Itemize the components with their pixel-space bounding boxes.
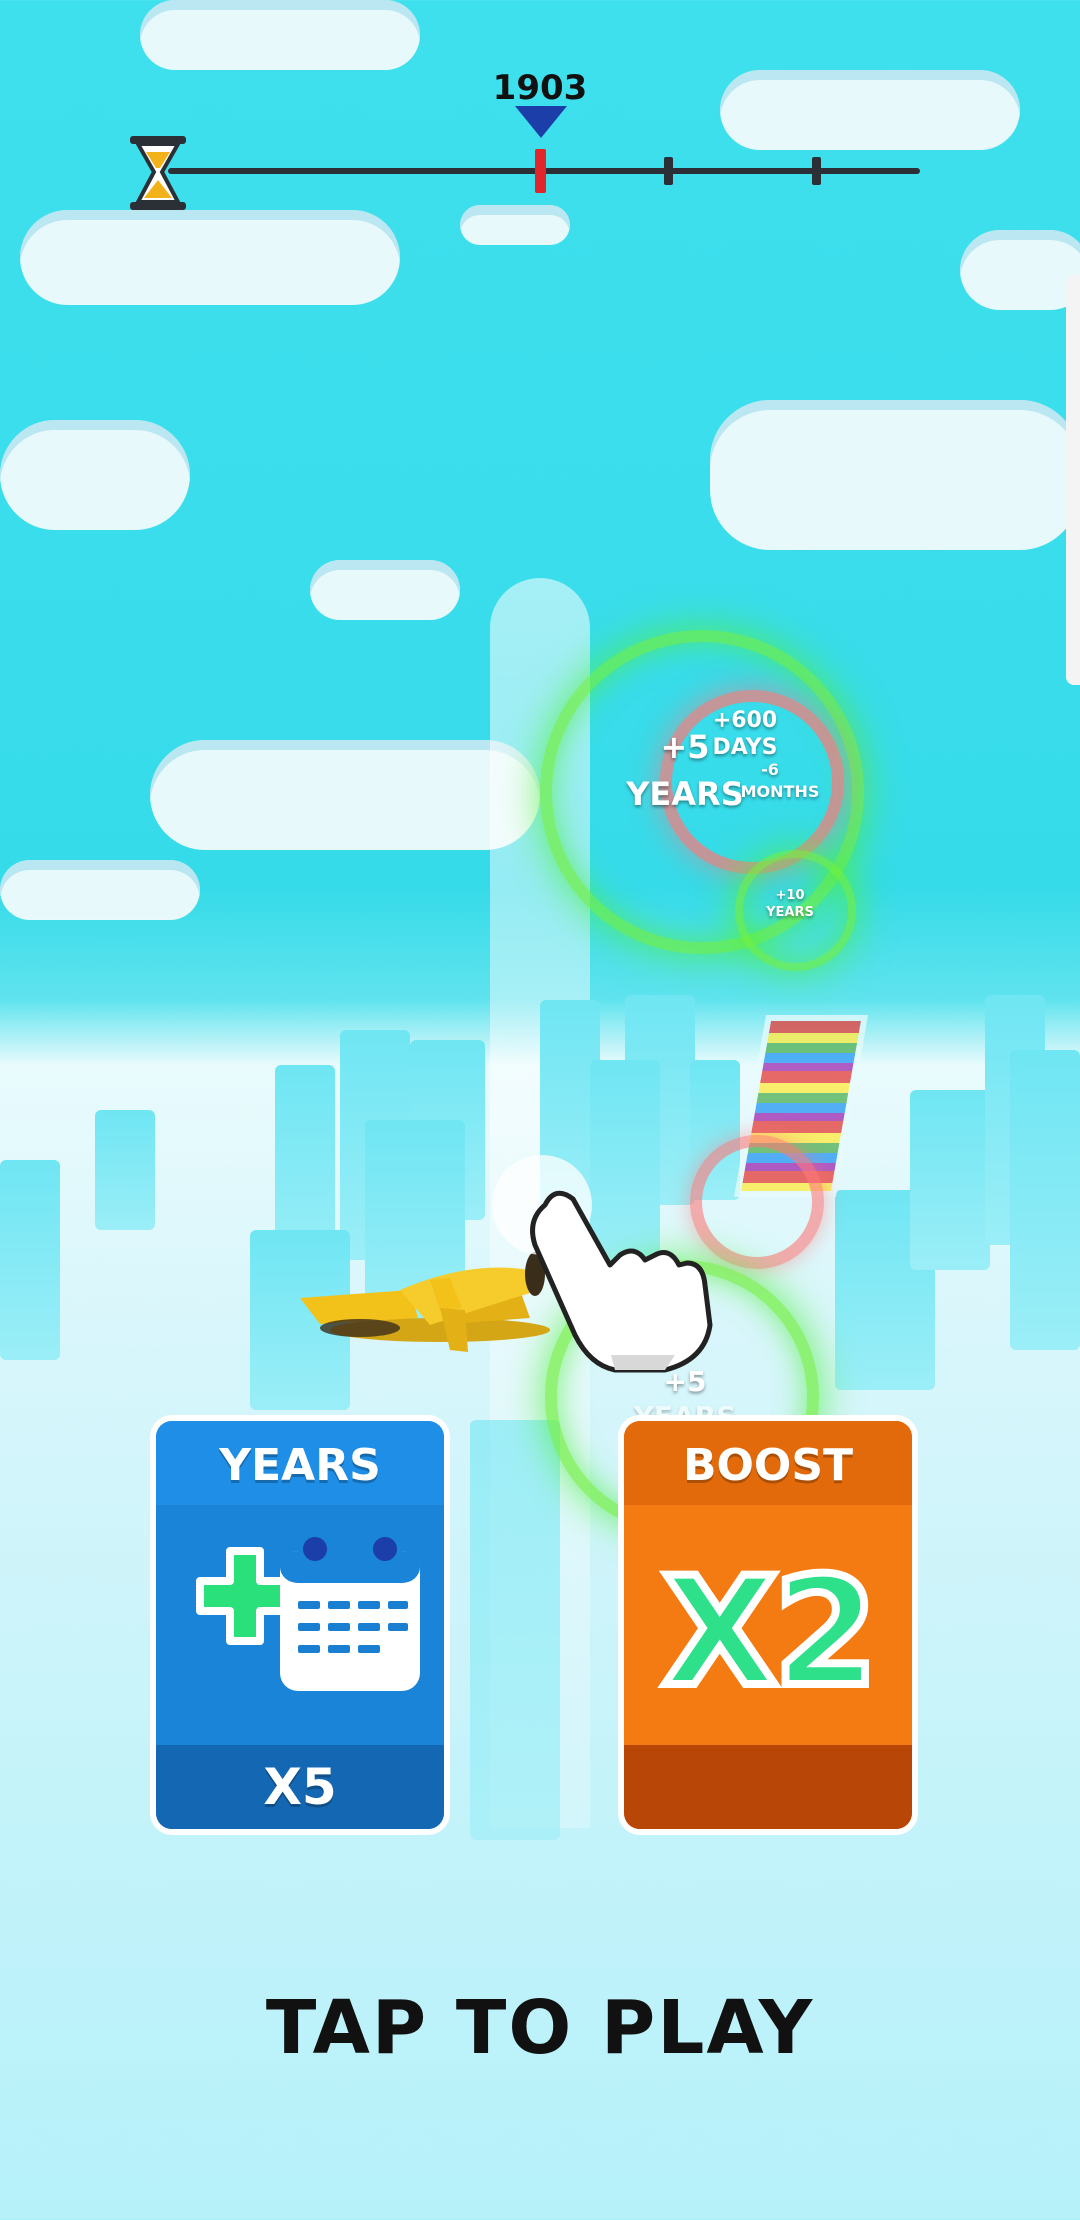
- building: [95, 1110, 155, 1230]
- year-pin-icon: [515, 106, 567, 138]
- cloud: [150, 740, 540, 850]
- building: [1010, 1050, 1080, 1350]
- cloud: [310, 560, 460, 620]
- portal-main-unit: YEARS: [626, 775, 744, 813]
- cloud: [720, 70, 1020, 150]
- boost-card[interactable]: BOOST X2: [618, 1415, 918, 1835]
- boost-card-title: BOOST: [624, 1421, 912, 1505]
- hand-pointer-icon: [515, 1185, 715, 1379]
- current-year-label: 1903: [492, 68, 588, 108]
- portal-small-unit: YEARS: [766, 905, 814, 920]
- cloud: [0, 420, 190, 530]
- cloud: [20, 210, 400, 305]
- tap-to-play-label[interactable]: TAP TO PLAY: [0, 1985, 1080, 2071]
- timeline-current-marker: [535, 149, 546, 193]
- years-card[interactable]: YEARS X5: [150, 1415, 450, 1835]
- boost-card-footer: [624, 1745, 912, 1829]
- cloud: [140, 0, 420, 70]
- airplane[interactable]: [290, 1240, 550, 1374]
- portal-days-unit: DAYS: [712, 735, 778, 760]
- building: [0, 1160, 60, 1360]
- portal-small-value: +10: [775, 888, 805, 903]
- years-card-title: YEARS: [156, 1421, 444, 1505]
- cloud: [460, 205, 570, 245]
- timeline-tick: [812, 157, 821, 185]
- cloud: [710, 400, 1080, 550]
- scrollbar[interactable]: [1066, 275, 1080, 685]
- portal-days-value: +600: [712, 708, 778, 733]
- building: [910, 1090, 990, 1270]
- timeline-tick: [664, 157, 673, 185]
- years-card-multiplier: X5: [156, 1745, 444, 1829]
- portal-main-value: +5: [660, 728, 710, 766]
- calendar-plus-icon: [170, 1531, 430, 1715]
- building: [470, 1420, 560, 1840]
- cloud: [0, 860, 200, 920]
- portal-months-value: -6: [761, 760, 779, 779]
- portal-months-unit: MONTHS: [740, 782, 820, 801]
- cloud: [960, 230, 1080, 310]
- hourglass-icon: [128, 134, 188, 216]
- boost-card-value: X2: [658, 1542, 882, 1724]
